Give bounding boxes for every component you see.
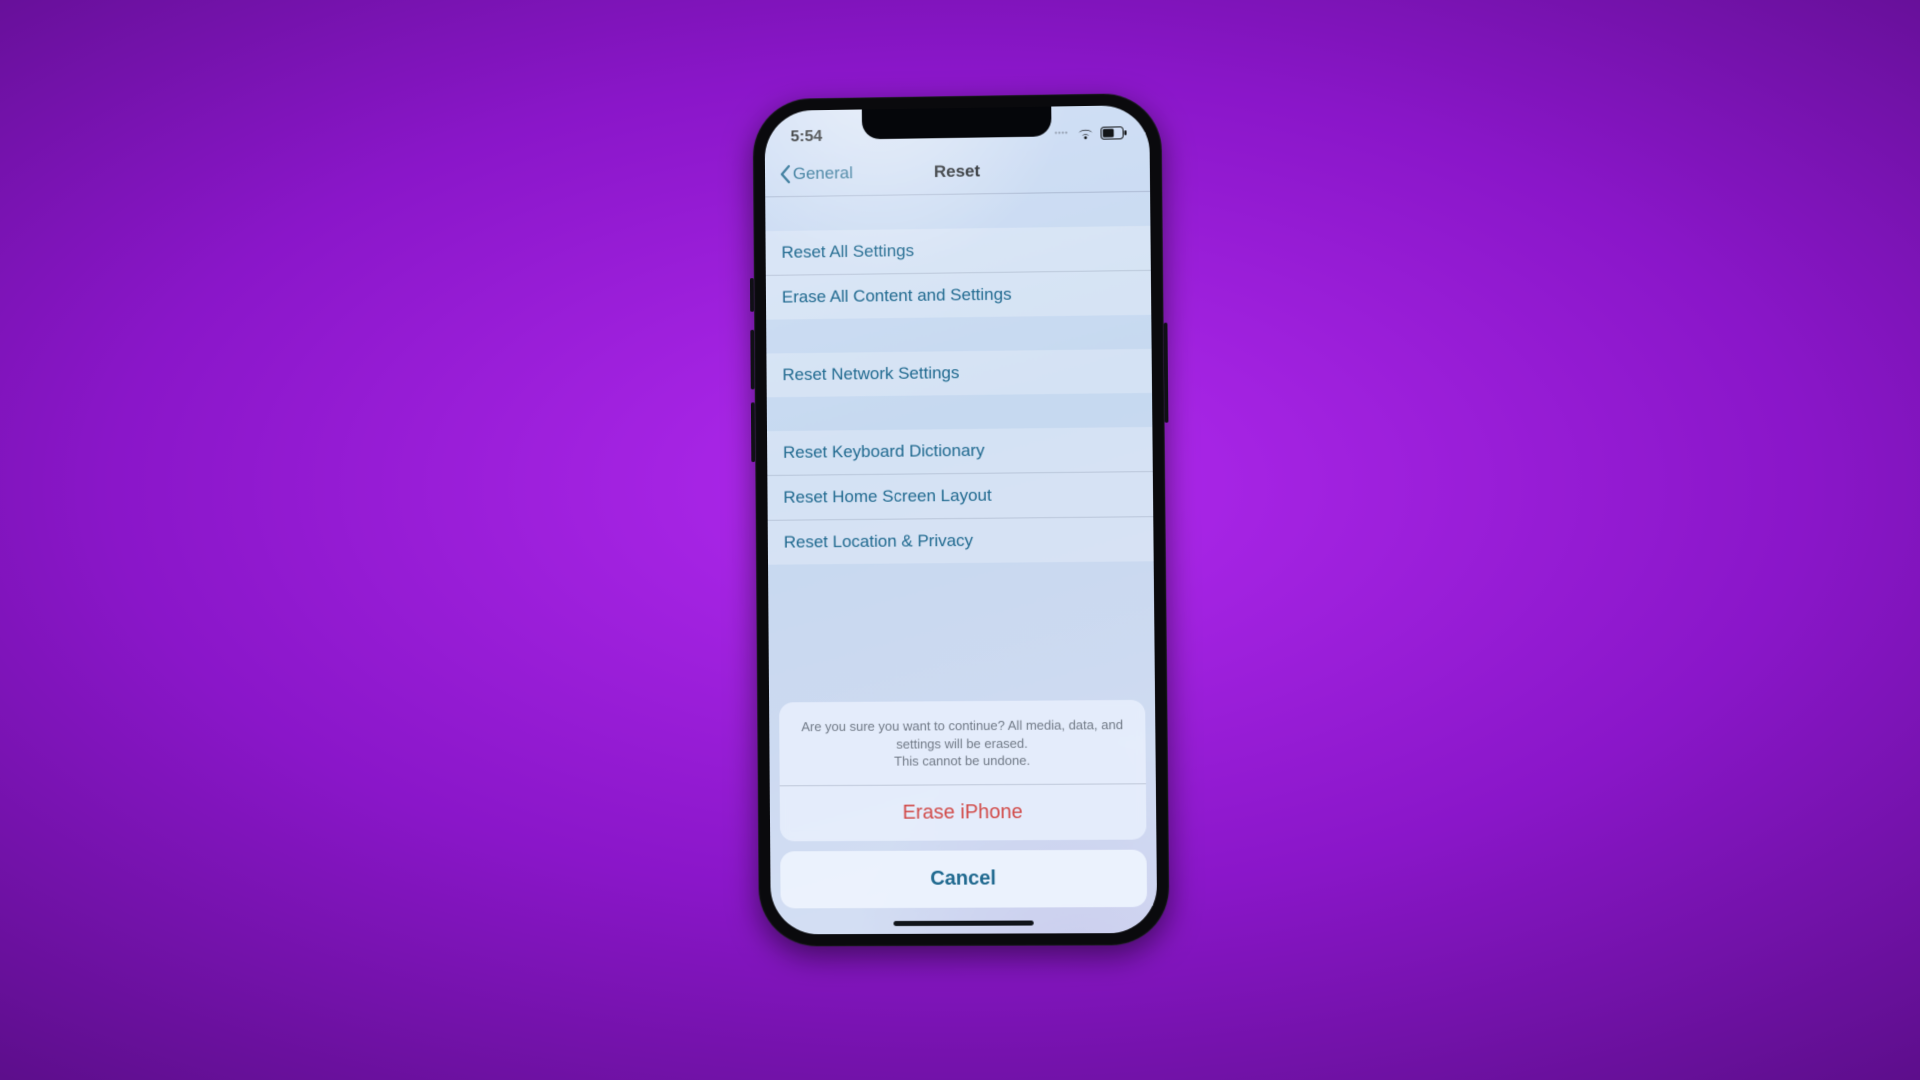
erase-iphone-button[interactable]: Erase iPhone <box>780 783 1147 841</box>
sheet-message-line1: Are you sure you want to continue? All m… <box>801 717 1123 751</box>
page-title: Reset <box>934 161 980 182</box>
mute-switch <box>750 278 754 312</box>
action-sheet-message: Are you sure you want to continue? All m… <box>779 700 1146 785</box>
erase-all-content-row[interactable]: Erase All Content and Settings <box>766 270 1152 320</box>
navigation-bar: General Reset <box>765 147 1150 196</box>
action-sheet-card: Are you sure you want to continue? All m… <box>779 700 1146 841</box>
sheet-message-line2: This cannot be undone. <box>894 753 1030 769</box>
reset-group-2: Reset Network Settings <box>766 349 1152 397</box>
volume-down-button <box>751 402 755 462</box>
cancel-button[interactable]: Cancel <box>780 850 1147 909</box>
display-notch <box>862 107 1052 140</box>
back-button[interactable]: General <box>773 151 859 196</box>
chevron-left-icon <box>779 164 791 184</box>
reset-all-settings-row[interactable]: Reset All Settings <box>765 226 1151 275</box>
reset-keyboard-row[interactable]: Reset Keyboard Dictionary <box>767 427 1153 475</box>
side-power-button <box>1164 323 1169 423</box>
status-right: •••• <box>1055 126 1128 140</box>
composition-stage: 5:54 •••• <box>0 0 1920 1080</box>
wifi-icon <box>1076 126 1094 139</box>
back-label: General <box>793 163 853 184</box>
iphone-device-frame: 5:54 •••• <box>753 93 1170 947</box>
reset-network-row[interactable]: Reset Network Settings <box>766 349 1152 397</box>
status-time: 5:54 <box>790 128 822 146</box>
reset-home-screen-row[interactable]: Reset Home Screen Layout <box>767 471 1153 520</box>
cellular-dots-icon: •••• <box>1055 130 1069 137</box>
volume-up-button <box>750 330 754 390</box>
erase-confirm-action-sheet: Are you sure you want to continue? All m… <box>779 700 1147 908</box>
reset-options-list: Reset All Settings Erase All Content and… <box>765 192 1154 565</box>
reset-location-privacy-row[interactable]: Reset Location & Privacy <box>768 516 1154 565</box>
home-indicator[interactable] <box>893 921 1033 927</box>
